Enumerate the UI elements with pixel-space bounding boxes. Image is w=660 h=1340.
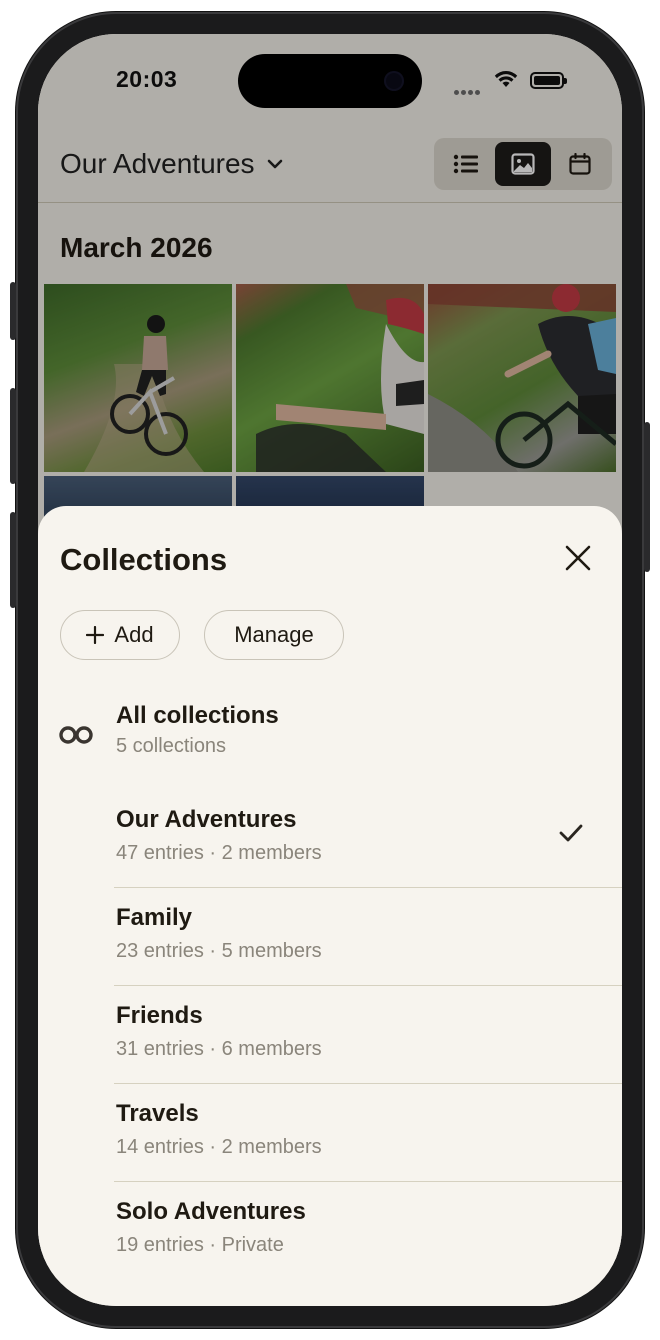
manage-button-label: Manage	[234, 622, 314, 647]
collection-meta: 47 entries · 2 members	[116, 842, 322, 864]
collection-row-family[interactable]: Family 23 entries · 5 members	[38, 888, 622, 986]
collection-name: Friends	[116, 1002, 203, 1029]
add-button-label: Add	[114, 622, 154, 647]
collection-row-friends[interactable]: Friends 31 entries · 6 members	[38, 986, 622, 1084]
collection-row-travels[interactable]: Travels 14 entries · 2 members	[38, 1084, 622, 1182]
collection-meta: 31 entries · 6 members	[116, 1038, 322, 1060]
collection-name: Our Adventures	[116, 806, 297, 833]
collection-meta: 14 entries · 2 members	[116, 1136, 322, 1158]
screen: 20:03 Our Adventures March 2026 Collecti…	[38, 34, 622, 1306]
app-background: 20:03 Our Adventures March 2026 Collecti…	[38, 34, 622, 1306]
collections-sheet: Collections Add Manage All collections 5…	[38, 506, 622, 1306]
infinity-icon	[59, 726, 93, 744]
add-collection-button[interactable]: Add	[60, 610, 180, 660]
sheet-title: Collections	[60, 542, 228, 577]
collection-name: Family	[116, 904, 193, 931]
power-button	[644, 422, 650, 572]
collection-name: Solo Adventures	[116, 1198, 306, 1225]
manage-collections-button[interactable]: Manage	[204, 610, 344, 660]
volume-down-button	[10, 512, 16, 608]
collection-row-our-adventures[interactable]: Our Adventures 47 entries · 2 members	[38, 790, 622, 888]
collection-meta: 23 entries · 5 members	[116, 940, 322, 962]
collection-name: Travels	[116, 1100, 199, 1127]
collection-row-solo-adventures[interactable]: Solo Adventures 19 entries · Private	[38, 1182, 622, 1280]
all-collections-count: 5 collections	[116, 735, 227, 757]
close-icon[interactable]	[562, 542, 594, 574]
plus-icon	[86, 626, 105, 644]
volume-up-button	[10, 388, 16, 484]
collection-meta: 19 entries · Private	[116, 1234, 284, 1256]
all-collections-title: All collections	[116, 702, 279, 729]
all-collections-row[interactable]: All collections 5 collections	[38, 702, 622, 772]
checkmark-icon	[559, 824, 583, 842]
action-button	[10, 282, 16, 340]
